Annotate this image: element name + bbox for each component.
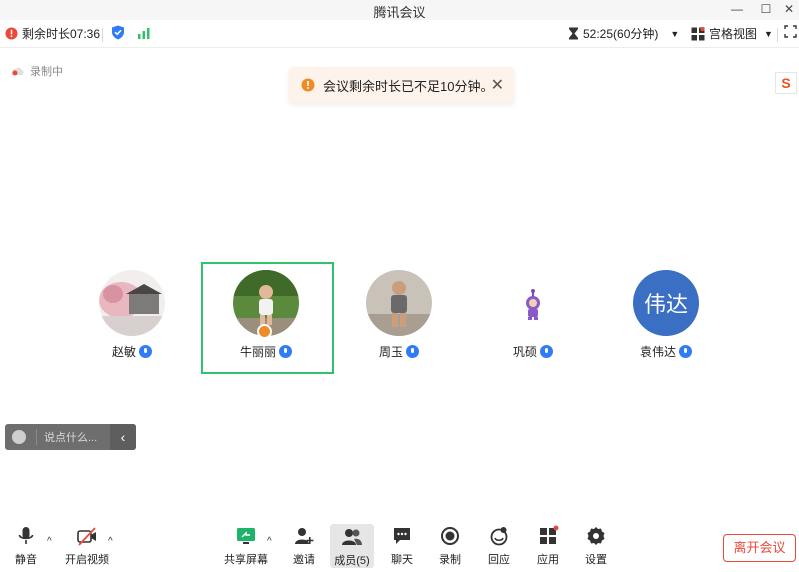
microphone-icon — [279, 345, 292, 358]
fullscreen-icon — [784, 25, 797, 38]
chat-label: 聊天 — [391, 554, 413, 566]
chevron-up-icon[interactable]: ^ — [267, 536, 272, 547]
chat-button[interactable]: 聊天 — [380, 525, 424, 567]
participant-tile[interactable]: 巩硕 — [466, 268, 600, 376]
members-button[interactable]: 成员(5) — [330, 524, 374, 568]
view-mode-label: 宫格视图 — [709, 27, 758, 41]
add-user-icon — [295, 528, 314, 544]
remaining-time[interactable]: 剩余时长07:36 — [5, 25, 100, 42]
members-label: 成员(5) — [334, 555, 370, 567]
window-title: 腾讯会议 — [373, 5, 426, 20]
chevron-down-icon: ▼ — [670, 28, 680, 39]
settings-button[interactable]: 设置 — [574, 525, 618, 567]
mute-button[interactable]: 静音 — [4, 525, 48, 567]
view-mode-button[interactable]: 宫格视图 ▼ — [691, 25, 773, 42]
record-button[interactable]: 录制 — [428, 525, 472, 567]
microphone-icon — [406, 345, 419, 358]
fullscreen-button[interactable] — [784, 25, 797, 38]
participant-name-row: 赵敏 — [65, 343, 199, 360]
timer-label: 52:25(60分钟) — [583, 27, 659, 41]
microphone-icon — [139, 345, 152, 358]
video-label: 开启视频 — [65, 554, 109, 566]
alert-icon — [5, 27, 18, 40]
avatar-initials: 伟达 — [643, 292, 688, 317]
chat-quick-input[interactable]: 说点什么... ‹ — [5, 424, 136, 450]
participant-name-row: 袁伟达 — [599, 343, 733, 360]
apps-icon — [540, 525, 559, 544]
react-button[interactable]: 回应 — [477, 525, 521, 567]
participant-name: 巩硕 — [512, 345, 537, 359]
chevron-up-icon[interactable]: ^ — [47, 536, 52, 547]
toast-message: 会议剩余时长已不足10分钟。 — [323, 78, 494, 94]
participant-tile[interactable]: 伟达 袁伟达 — [599, 268, 733, 376]
record-icon — [441, 527, 459, 545]
chevron-left-icon[interactable]: ‹ — [110, 424, 136, 450]
meeting-window: 腾讯会议 — ☐ ✕ 剩余时长07:36 52:25(60分钟) ▼ 宫格视图 … — [0, 0, 799, 572]
divider — [102, 28, 103, 42]
apps-button[interactable]: 应用 — [526, 525, 570, 567]
participant-name-row: 牛丽丽 — [199, 343, 333, 360]
remaining-time-label: 剩余时长07:36 — [22, 27, 101, 41]
recording-label: 录制中 — [30, 66, 63, 78]
reaction-icon — [490, 527, 508, 546]
participant-tile[interactable]: 赵敏 — [65, 268, 199, 376]
bottom-toolbar: 静音 ^ 开启视频 ^ 共享屏幕 ^ 邀请 成员(5) 聊天 录制 回应 应用 … — [0, 520, 799, 572]
avatar — [366, 270, 432, 336]
participant-name: 周玉 — [378, 345, 403, 359]
settings-label: 设置 — [585, 554, 607, 566]
close-icon[interactable]: ✕ — [777, 0, 799, 20]
security-status[interactable] — [111, 25, 125, 40]
share-screen-button[interactable]: 共享屏幕 — [224, 525, 268, 567]
hourglass-icon — [569, 27, 578, 40]
recording-indicator[interactable]: 录制中 — [10, 63, 63, 79]
shield-icon — [112, 25, 124, 40]
microphone-icon — [18, 527, 34, 544]
meeting-timer[interactable]: 52:25(60分钟) ▼ — [568, 25, 679, 42]
chevron-up-icon[interactable]: ^ — [108, 536, 113, 547]
chat-icon — [394, 528, 410, 544]
microphone-icon — [540, 345, 553, 358]
maximize-icon[interactable]: ☐ — [754, 0, 778, 20]
share-screen-label: 共享屏幕 — [224, 554, 268, 566]
participant-name-row: 周玉 — [332, 343, 466, 360]
participant-tile[interactable]: 牛丽丽 — [199, 268, 333, 376]
close-icon[interactable]: ✕ — [491, 75, 504, 95]
leave-meeting-button[interactable]: 离开会议 — [723, 534, 796, 562]
record-label: 录制 — [439, 554, 461, 566]
react-label: 回应 — [488, 554, 510, 566]
gear-icon — [587, 527, 605, 545]
emoji-icon[interactable] — [12, 430, 26, 444]
microphone-icon — [679, 345, 692, 358]
info-bar: 剩余时长07:36 52:25(60分钟) ▼ 宫格视图 ▼ — [0, 20, 799, 48]
host-badge-icon — [257, 324, 272, 339]
avatar — [99, 270, 165, 336]
cloud-record-icon — [11, 67, 24, 76]
apps-label: 应用 — [537, 554, 559, 566]
warning-icon — [301, 78, 315, 92]
avatar: 伟达 — [633, 270, 699, 336]
participant-name: 赵敏 — [111, 345, 136, 359]
invite-label: 邀请 — [293, 554, 315, 566]
invite-button[interactable]: 邀请 — [282, 525, 326, 567]
minimize-icon[interactable]: — — [725, 0, 749, 20]
time-warning-toast: 会议剩余时长已不足10分钟。 ✕ — [289, 67, 514, 103]
grid-view-icon — [691, 26, 705, 40]
title-bar: 腾讯会议 — ☐ ✕ — [0, 0, 799, 20]
chat-placeholder[interactable]: 说点什么... — [36, 429, 97, 445]
participant-name-row: 巩硕 — [466, 343, 600, 360]
members-icon — [342, 529, 362, 545]
network-status[interactable] — [137, 27, 151, 39]
avatar — [500, 270, 566, 336]
participant-name: 袁伟达 — [639, 345, 676, 359]
signal-icon — [138, 28, 150, 39]
share-screen-icon — [237, 528, 255, 544]
participant-tile[interactable]: 周玉 — [332, 268, 466, 376]
video-off-icon — [77, 527, 96, 546]
input-method-icon[interactable]: S — [775, 72, 797, 94]
chevron-down-icon: ▼ — [764, 28, 773, 39]
mute-label: 静音 — [15, 554, 37, 566]
divider — [777, 28, 778, 42]
participant-name: 牛丽丽 — [239, 345, 276, 359]
video-button[interactable]: 开启视频 — [65, 525, 109, 567]
